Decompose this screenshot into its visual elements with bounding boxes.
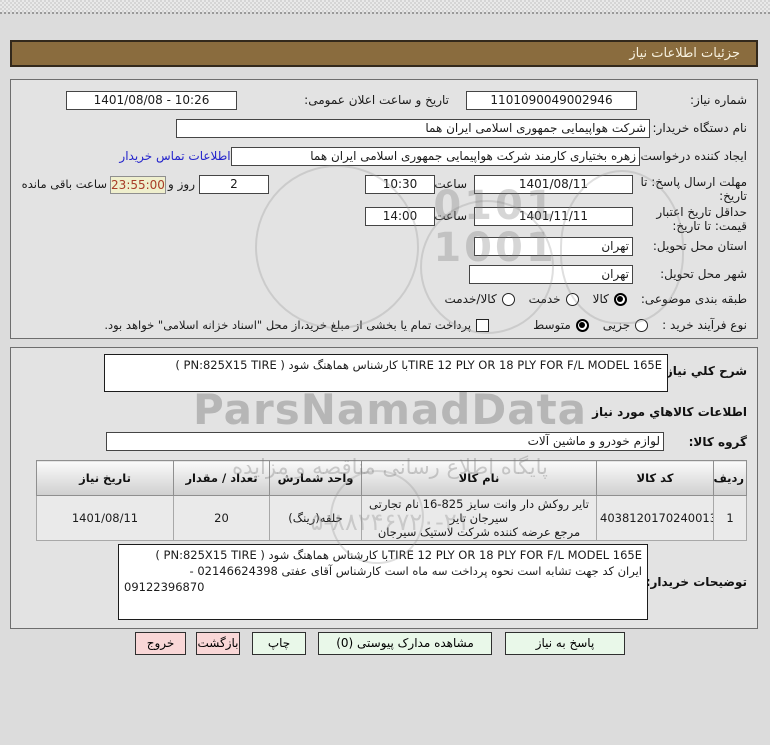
cell-quantity: 20 (173, 495, 270, 541)
cell-row-number: 1 (713, 495, 747, 541)
buyer-contact-link[interactable]: اطلاعات تماس خریدار (119, 149, 231, 163)
delivery-province-label: استان محل تحویل: (652, 239, 747, 253)
buyer-notes-label: توضیحات خریدار: (645, 575, 747, 589)
days-and-label: روز و (168, 177, 195, 191)
need-description-field[interactable]: TIRE 12 PLY OR 18 PLY FOR F/L MODEL 165E… (104, 354, 668, 392)
validity-time-field[interactable]: 14:00 (365, 207, 435, 226)
need-details-page: جزئیات اطلاعات نیاز شماره نیاز: 11010900… (0, 0, 770, 745)
process-option-medium-label: متوسط (533, 318, 571, 332)
goods-name-line2: مرجع عرضه کننده شرکت لاستیک سیرجان (377, 525, 581, 539)
cell-need-date: 1401/08/11 (36, 495, 174, 541)
radio-icon[interactable] (501, 292, 515, 306)
view-attachments-button[interactable]: مشاهده مدارک پیوستی (0) (318, 632, 492, 655)
subject-classification-row: طبقه بندی موضوعی: کالا خدمت کالا/خدمت (444, 292, 747, 306)
days-remaining-field[interactable]: 2 (199, 175, 269, 194)
goods-group-label: گروه کالا: (688, 435, 747, 449)
top-texture-strip (0, 0, 770, 12)
radio-icon[interactable] (565, 292, 579, 306)
need-number-label: شماره نیاز: (690, 93, 747, 107)
goods-table-header-row: ردیف کد کالا نام کالا واحد شمارش تعداد /… (36, 460, 747, 496)
delivery-city-label: شهر محل تحویل: (660, 267, 747, 281)
classification-option-service-label: خدمت (528, 292, 561, 306)
announce-datetime-field[interactable]: 1401/08/08 - 10:26 (66, 91, 237, 110)
col-header-date: تاریخ نیاز (36, 460, 174, 496)
treasury-checkbox-icon[interactable] (476, 318, 490, 332)
price-validity-label: حداقل تاریخ اعتبار قیمت: تا تاریخ: (656, 205, 747, 233)
need-description-label: شرح کلي نیاز: (661, 364, 747, 378)
deadline-time-field[interactable]: 10:30 (365, 175, 435, 194)
buyer-notes-field[interactable]: TIRE 12 PLY OR 18 PLY FOR F/L MODEL 165E… (118, 544, 648, 620)
process-option-partial-label: جزیی (602, 318, 631, 332)
validity-hour-label: ساعت (434, 209, 467, 223)
need-number-field[interactable]: 1101090049002946 (466, 91, 637, 110)
print-button[interactable]: چاپ (252, 632, 306, 655)
goods-group-field[interactable]: لوازم خودرو و ماشین آلات (106, 432, 664, 451)
general-info-panel: شماره نیاز: 1101090049002946 تاریخ و ساع… (10, 79, 758, 339)
col-header-row: ردیف (713, 460, 747, 496)
radio-icon[interactable] (635, 318, 649, 332)
treasury-payment-option[interactable]: پرداخت تمام یا بخشی از مبلغ خرید،از محل … (104, 318, 490, 332)
classification-option-service[interactable]: خدمت (529, 292, 579, 306)
countdown-timer: 23:55:00 (110, 176, 166, 194)
exit-button[interactable]: خروج (135, 632, 186, 655)
purchase-process-label: نوع فرآیند خرید : (662, 318, 747, 332)
need-details-panel: شرح کلي نیاز: TIRE 12 PLY OR 18 PLY FOR … (10, 347, 758, 629)
hours-remaining-label: ساعت باقی مانده (21, 177, 107, 191)
classification-option-goods-service[interactable]: کالا/خدمت (444, 292, 515, 306)
delivery-province-field[interactable]: تهران (474, 237, 633, 256)
page-title-bar: جزئیات اطلاعات نیاز (10, 40, 758, 67)
goods-table: ردیف کد کالا نام کالا واحد شمارش تعداد /… (36, 460, 747, 541)
response-deadline-label: مهلت ارسال پاسخ: تا تاریخ: (640, 175, 747, 203)
purchase-process-row: نوع فرآیند خرید : جزیی متوسط پرداخت تمام… (104, 318, 747, 332)
page-title: جزئیات اطلاعات نیاز (629, 46, 740, 61)
respond-to-need-button[interactable]: پاسخ به نیاز (505, 632, 625, 655)
deadline-hour-label: ساعت (434, 177, 467, 191)
announce-datetime-label: تاریخ و ساعت اعلان عمومی: (304, 93, 449, 107)
col-header-qty: تعداد / مقدار (173, 460, 270, 496)
process-option-partial[interactable]: جزیی (602, 318, 649, 332)
deadline-date-field[interactable]: 1401/08/11 (474, 175, 633, 194)
cell-count-unit: حلقه(رینگ) (269, 495, 362, 541)
classification-option-goods-service-label: کالا/خدمت (444, 292, 497, 306)
classification-option-goods[interactable]: کالا (593, 292, 627, 306)
cell-goods-name: تایر روکش دار وانت سایز 825-16 نام تجارت… (361, 495, 597, 541)
treasury-note-label: پرداخت تمام یا بخشی از مبلغ خرید،از محل … (104, 318, 472, 332)
goods-info-header: اطلاعات کالاهاي مورد نیاز (592, 405, 747, 419)
back-button[interactable]: بازگشت (196, 632, 240, 655)
process-option-medium[interactable]: متوسط (533, 318, 589, 332)
delivery-city-field[interactable]: تهران (469, 265, 633, 284)
buyer-notes-line1: TIRE 12 PLY OR 18 PLY FOR F/L MODEL 165E… (155, 548, 642, 562)
radio-selected-icon[interactable] (613, 292, 627, 306)
subject-classification-label: طبقه بندی موضوعی: (640, 292, 747, 306)
request-creator-label: ایجاد کننده درخواست: (636, 149, 747, 163)
goods-name-line1: تایر روکش دار وانت سایز 825-16 نام تجارت… (369, 497, 589, 525)
buyer-org-label: نام دستگاه خریدار: (652, 121, 748, 135)
goods-table-row: 1 4038120170240013 تایر روکش دار وانت سا… (36, 495, 747, 541)
validity-date-field[interactable]: 1401/11/11 (474, 207, 633, 226)
col-header-name: نام کالا (361, 460, 597, 496)
col-header-unit: واحد شمارش (269, 460, 362, 496)
buyer-notes-line2: ایران کد جهت تشابه است نحوه پرداخت سه ما… (189, 564, 642, 578)
col-header-code: کد کالا (596, 460, 714, 496)
classification-option-goods-label: کالا (592, 292, 609, 306)
radio-selected-icon[interactable] (575, 318, 589, 332)
buyer-notes-line3: 09122396870 (124, 580, 205, 594)
cell-goods-code: 4038120170240013 (596, 495, 714, 541)
request-creator-field[interactable]: زهره بختیاری کارمند شرکت هواپیمایی جمهور… (231, 147, 640, 166)
top-dotted-divider (0, 12, 770, 14)
buyer-org-field[interactable]: شرکت هواپیمایی جمهوری اسلامی ایران هما (176, 119, 650, 138)
